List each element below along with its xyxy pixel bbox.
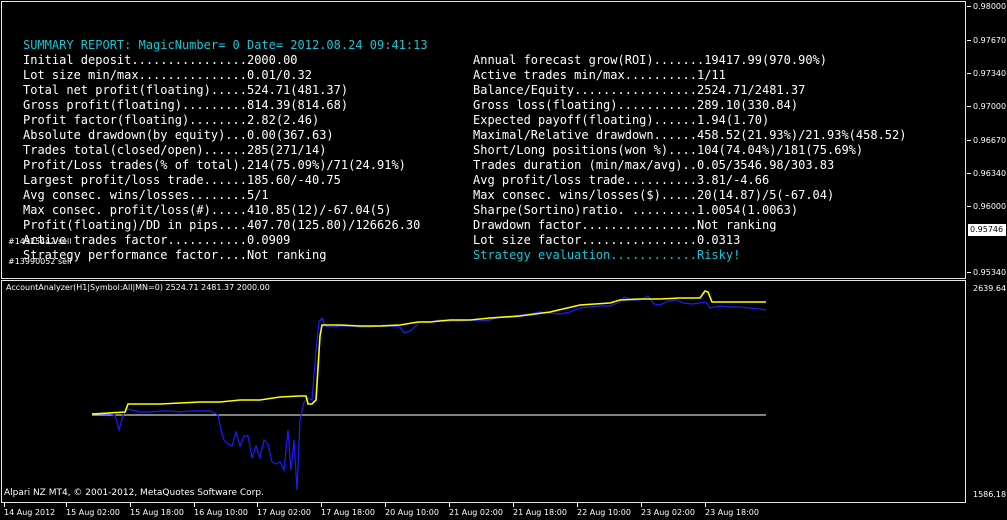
time-label: 14 Aug 2012 (4, 508, 56, 517)
current-price-box: 0.95746 (968, 224, 1006, 236)
time-label: 22 Aug 10:00 (577, 508, 631, 517)
time-tick (257, 503, 258, 507)
price-tick (967, 173, 971, 174)
price-tick (967, 40, 971, 41)
time-label: 17 Aug 18:00 (321, 508, 375, 517)
time-label: 15 Aug 18:00 (130, 508, 184, 517)
time-tick (385, 503, 386, 507)
time-tick (66, 503, 67, 507)
balance-line (91, 290, 766, 415)
price-tick (967, 272, 971, 273)
time-tick (641, 503, 642, 507)
price-label: 0.96670 (973, 136, 1007, 145)
price-label: 0.96340 (973, 169, 1007, 178)
time-label: 21 Aug 02:00 (449, 508, 503, 517)
time-tick (513, 503, 514, 507)
time-label: 15 Aug 02:00 (66, 508, 120, 517)
equity-chart (91, 290, 767, 491)
time-label: 23 Aug 02:00 (641, 508, 695, 517)
time-tick (130, 503, 131, 507)
price-label: 0.97340 (973, 69, 1007, 78)
indicator-axis-top: 2639.64 (973, 284, 1007, 293)
time-label: 16 Aug 10:00 (194, 508, 248, 517)
time-tick (194, 503, 195, 507)
time-label: 20 Aug 10:00 (385, 508, 439, 517)
time-tick (577, 503, 578, 507)
price-tick (967, 140, 971, 141)
time-axis[interactable]: 14 Aug 2012 15 Aug 02:00 15 Aug 18:00 16… (0, 503, 967, 520)
time-label: 17 Aug 02:00 (257, 508, 311, 517)
price-label: 0.98000 (973, 2, 1007, 11)
equity-line (92, 295, 767, 491)
price-label: 0.97670 (973, 36, 1007, 45)
price-tick (967, 106, 971, 107)
price-tick (967, 6, 971, 7)
time-tick (449, 503, 450, 507)
price-label: 0.95340 (973, 268, 1007, 277)
indicator-axis-bottom: 1586.18 (973, 490, 1007, 499)
time-tick (4, 503, 5, 507)
price-tick (967, 73, 971, 74)
price-label: 0.97000 (973, 102, 1007, 111)
time-label: 21 Aug 18:00 (513, 508, 567, 517)
time-tick (321, 503, 322, 507)
price-tick (967, 206, 971, 207)
price-label: 0.96000 (973, 202, 1007, 211)
time-label: 23 Aug 18:00 (705, 508, 759, 517)
price-axis[interactable]: 0.98000 0.97670 0.97340 0.97000 0.96670 … (967, 0, 1007, 503)
time-tick (705, 503, 706, 507)
copyright-text: Alpari NZ MT4, © 2001-2012, MetaQuotes S… (4, 488, 264, 498)
